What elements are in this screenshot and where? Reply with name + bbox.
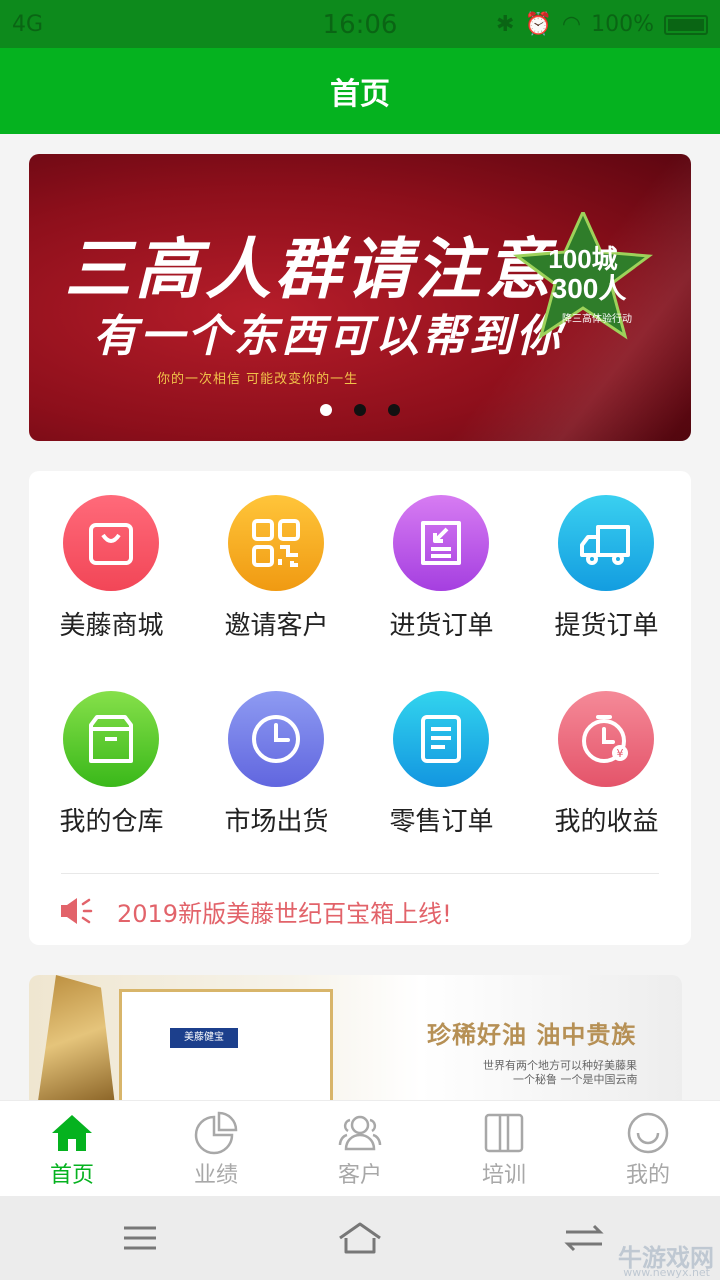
qr-code-icon xyxy=(228,495,324,591)
tab-label: 首页 xyxy=(49,1163,94,1188)
product-brand-label: 美藤健宝 xyxy=(170,1028,238,1048)
menu-item-mall[interactable]: 美藤商城 xyxy=(29,471,194,641)
battery-icon xyxy=(664,14,708,35)
document-icon xyxy=(393,691,489,787)
menu-label: 美藤商城 xyxy=(59,611,164,641)
carousel-dot[interactable] xyxy=(320,404,332,416)
home-icon xyxy=(52,1115,92,1151)
carousel-dots xyxy=(29,404,691,416)
tab-training[interactable]: 培训 xyxy=(432,1101,576,1197)
pie-chart-icon xyxy=(194,1111,238,1155)
status-bar: 4G 16:06 ✱ ⏰ ◠ 100% xyxy=(0,0,720,48)
feature-grid: 美藤商城 邀请客户 进货订单 提货订单 我的仓库 市场出货 零售订单 ¥ 我的收… xyxy=(29,471,691,945)
speaker-icon xyxy=(61,898,93,924)
menu-item-purchase-orders[interactable]: 进货订单 xyxy=(359,471,524,641)
menu-item-invite[interactable]: 邀请客户 xyxy=(194,471,359,641)
clock-icon xyxy=(228,691,324,787)
alarm-icon: ⏰ xyxy=(524,12,552,37)
promo-banner[interactable]: 美藤健宝 珍稀好油 油中贵族 世界有两个地方可以种好美藤果 一个秘鲁 一个是中国… xyxy=(29,975,682,1101)
banner-carousel[interactable]: 三高人群请注意 有一个东西可以帮到你 你的一次相信 可能改变你的一生 100城 … xyxy=(29,154,691,441)
divider xyxy=(61,873,659,874)
tab-home[interactable]: 首页 xyxy=(0,1101,144,1197)
tab-label: 我的 xyxy=(625,1163,670,1188)
banner-headline: 三高人群请注意 xyxy=(65,230,555,308)
tab-label: 业绩 xyxy=(193,1163,238,1188)
page-title: 首页 xyxy=(330,77,390,112)
back-icon[interactable] xyxy=(560,1216,608,1260)
menu-label: 我的仓库 xyxy=(59,807,164,837)
menu-icon[interactable] xyxy=(116,1216,164,1260)
carousel-dot[interactable] xyxy=(388,404,400,416)
app-header: 首页 xyxy=(0,48,720,134)
status-right: ✱ ⏰ ◠ 100% xyxy=(496,12,708,37)
home-nav-icon[interactable] xyxy=(336,1216,384,1260)
promo-line2: 一个秘鲁 一个是中国云南 xyxy=(513,1073,638,1086)
inbound-order-icon xyxy=(393,495,489,591)
carousel-dot[interactable] xyxy=(354,404,366,416)
menu-item-my-earnings[interactable]: ¥ 我的收益 xyxy=(524,667,689,837)
banner-tagline: 你的一次相信 可能改变你的一生 xyxy=(157,372,359,387)
tab-customers[interactable]: 客户 xyxy=(288,1101,432,1197)
tab-label: 客户 xyxy=(337,1163,382,1188)
menu-label: 市场出货 xyxy=(224,807,329,837)
system-nav-bar xyxy=(0,1196,720,1280)
announcement-text: 2019新版美藤世纪百宝箱上线! xyxy=(117,899,452,928)
menu-label: 邀请客户 xyxy=(224,611,329,641)
smile-icon xyxy=(627,1112,669,1154)
menu-label: 进货订单 xyxy=(389,611,494,641)
gold-leaf-decoration xyxy=(38,975,115,1101)
menu-item-warehouse[interactable]: 我的仓库 xyxy=(29,667,194,837)
wifi-icon: ◠ xyxy=(561,12,582,37)
book-icon xyxy=(484,1113,524,1153)
menu-label: 提货订单 xyxy=(554,611,659,641)
tab-mine[interactable]: 我的 xyxy=(576,1101,720,1197)
campaign-badge-icon: 100城 300人 降三高体验行动 xyxy=(513,212,653,340)
bluetooth-icon: ✱ xyxy=(496,12,515,37)
badge-line3: 降三高体验行动 xyxy=(562,312,632,325)
menu-item-pickup-orders[interactable]: 提货订单 xyxy=(524,471,689,641)
timer-yen-icon: ¥ xyxy=(558,691,654,787)
menu-item-retail-orders[interactable]: 零售订单 xyxy=(359,667,524,837)
product-box-image: 美藤健宝 xyxy=(119,989,333,1101)
promo-title: 珍稀好油 油中贵族 xyxy=(427,1021,637,1049)
banner-subline: 有一个东西可以帮到你 xyxy=(93,311,563,362)
users-icon xyxy=(338,1115,382,1151)
menu-label: 我的收益 xyxy=(554,807,659,837)
badge-line1: 100城 xyxy=(548,244,617,274)
tab-label: 培训 xyxy=(481,1163,526,1188)
announcement-bar[interactable]: 2019新版美藤世纪百宝箱上线! xyxy=(59,889,452,933)
svg-text:¥: ¥ xyxy=(617,747,624,760)
menu-item-market-shipments[interactable]: 市场出货 xyxy=(194,667,359,837)
tab-performance[interactable]: 业绩 xyxy=(144,1101,288,1197)
shopping-bag-icon xyxy=(63,495,159,591)
watermark-url: www.newyx.net xyxy=(623,1266,710,1279)
bottom-tab-bar: 首页 业绩 客户 培训 我的 xyxy=(0,1100,720,1196)
badge-line2: 300人 xyxy=(552,273,627,304)
box-icon xyxy=(63,691,159,787)
menu-label: 零售订单 xyxy=(389,807,494,837)
battery-percent: 100% xyxy=(591,12,654,37)
truck-icon xyxy=(558,495,654,591)
